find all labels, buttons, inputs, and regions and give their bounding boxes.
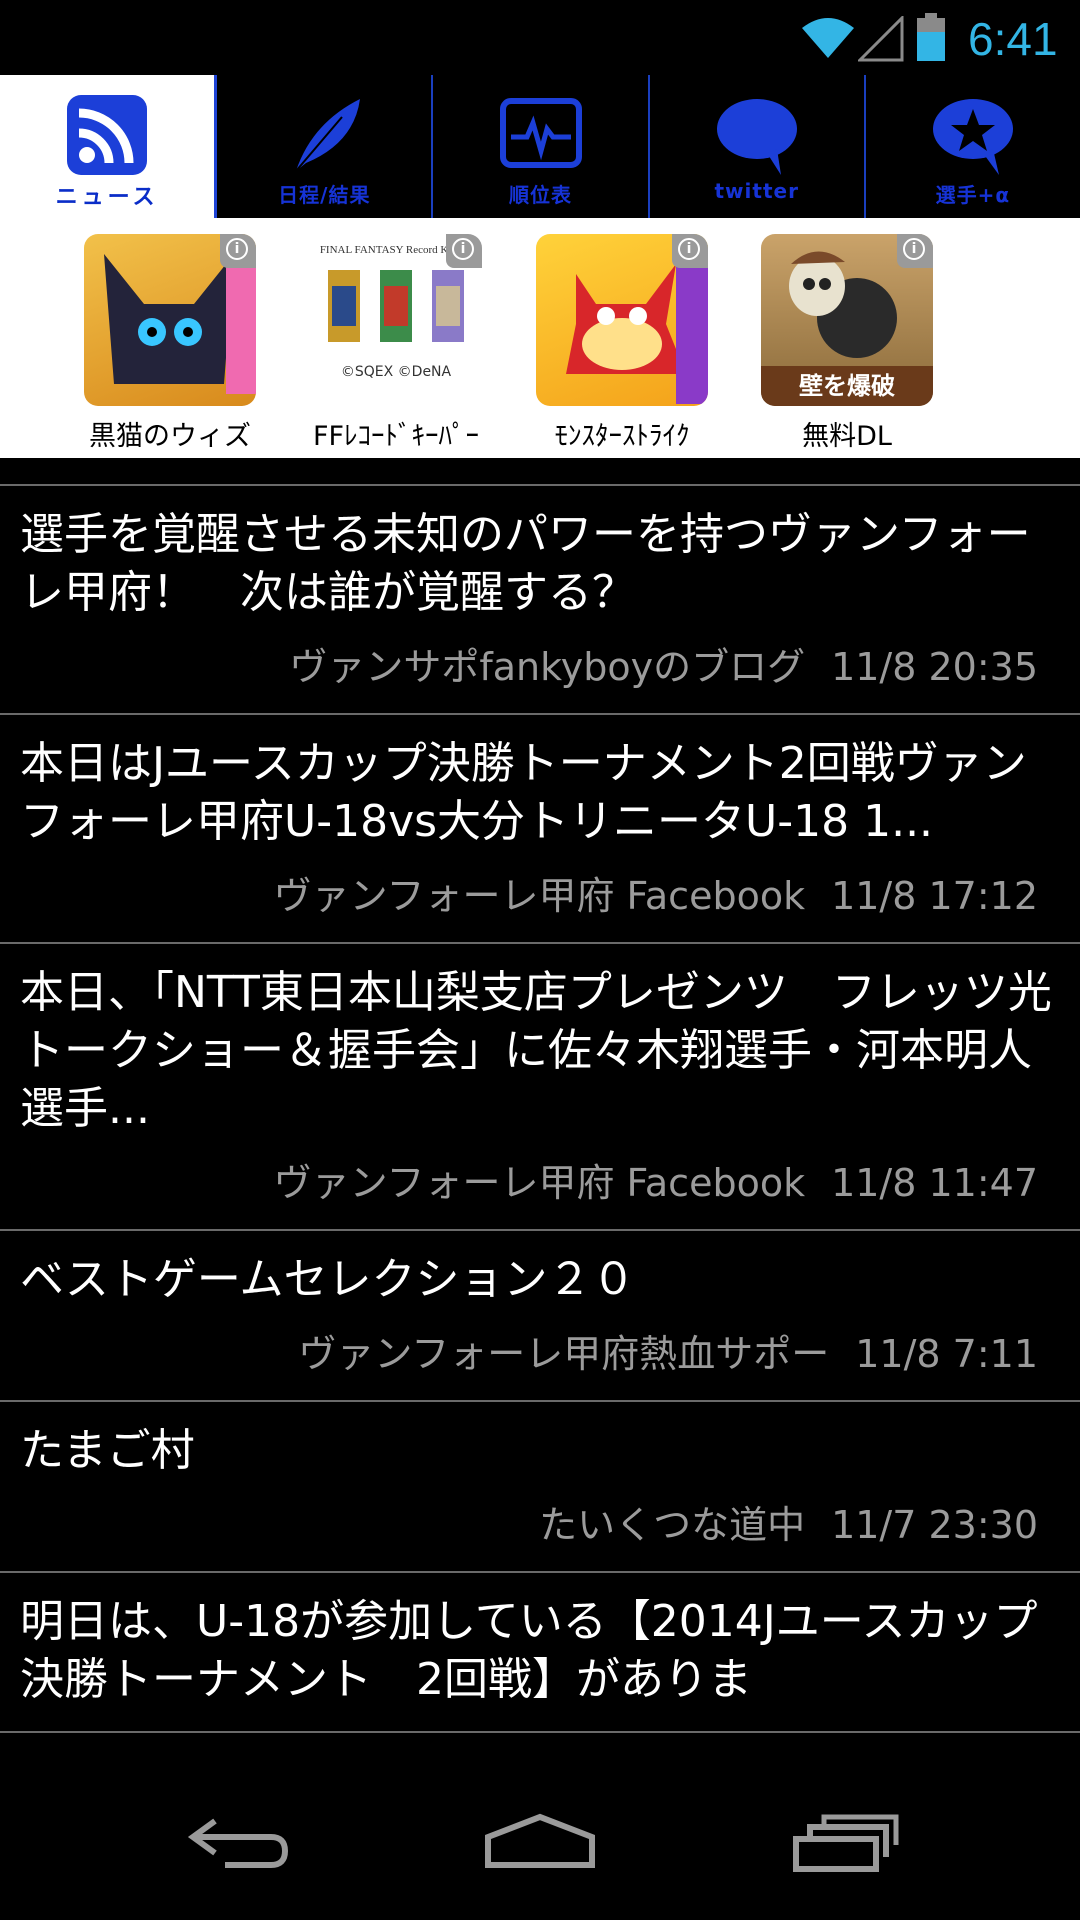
item-title: 本日はJユースカップ決勝トーナメント2回戦ヴァンフォーレ甲府U-18vs大分トリ…	[20, 738, 1027, 847]
battery-icon	[917, 13, 945, 61]
home-icon[interactable]	[480, 1813, 600, 1873]
item-time: 11/7 23:30	[831, 1503, 1038, 1547]
tab-label: ニュース	[55, 185, 159, 210]
item-title: 選手を覚醒させる未知のパワーを持つヴァンフォーレ甲府！ 次は誰が覚醒する？	[20, 509, 1031, 618]
tab-news[interactable]: ニュース	[0, 75, 218, 218]
ad-item[interactable]: 壁を爆破 i 無料DL	[752, 234, 942, 453]
feather-icon	[295, 99, 361, 172]
pulse-monitor-icon	[499, 98, 582, 168]
list-item[interactable]: 本日、「NTT東日本山梨支店プレゼンツ フレッツ光トークショー＆握手会」に佐々木…	[0, 944, 1080, 1231]
item-title: 明日は、U-18が参加している【2014Jユースカップ 決勝トーナメント 2回戦…	[20, 1596, 1038, 1705]
status-bar: 6:41	[0, 0, 1080, 75]
ad-item[interactable]: i 黒猫のウィズ	[75, 234, 265, 453]
star-bubble-icon	[932, 99, 1013, 175]
rss-icon	[67, 95, 148, 175]
item-title: 本日、「NTT東日本山梨支店プレゼンツ フレッツ光トークショー＆握手会」に佐々木…	[20, 967, 1052, 1134]
item-meta: ヴァンフォーレ甲府熱血サポー 11/8 7:11	[20, 1323, 1060, 1378]
news-feed: 選手を覚醒させる未知のパワーを持つヴァンフォーレ甲府！ 次は誰が覚醒する？ ヴァ…	[0, 458, 1080, 1758]
monster-strike-icon: i	[536, 234, 708, 406]
ad-item[interactable]: i ﾓﾝｽﾀｰｽﾄﾗｲｸ	[527, 234, 717, 453]
tab-twitter[interactable]: twitter	[650, 75, 866, 218]
list-item[interactable]: ベストゲームセレクション２０ ヴァンフォーレ甲府熱血サポー 11/8 7:11	[0, 1231, 1080, 1402]
system-nav-bar	[0, 1758, 1080, 1920]
item-source: ヴァンフォーレ甲府熱血サポー	[298, 1332, 830, 1376]
ad-info-icon[interactable]: i	[220, 234, 256, 268]
clock: 6:41	[968, 13, 1058, 65]
item-meta: ヴァンサポfankyboyのブログ 11/8 20:35	[20, 636, 1060, 691]
recent-apps-icon[interactable]	[790, 1813, 900, 1873]
bomb-skeleton-icon: 壁を爆破 i	[761, 234, 933, 406]
ad-banner-text: 壁を爆破	[761, 366, 933, 406]
item-time: 11/8 7:11	[855, 1332, 1038, 1376]
speech-bubble-icon	[716, 99, 797, 175]
wifi-icon	[802, 18, 854, 58]
ad-info-icon[interactable]: i	[672, 234, 708, 268]
item-time: 11/8 11:47	[831, 1161, 1038, 1205]
signal-icon	[858, 16, 904, 62]
item-time: 11/8 17:12	[831, 874, 1038, 918]
item-meta: たいくつな道中 11/7 23:30	[20, 1494, 1060, 1549]
ad-caption: FFﾚｺｰﾄﾞｷｰﾊﾟｰ	[312, 421, 480, 452]
item-source: ヴァンフォーレ甲府 Facebook	[273, 1161, 806, 1205]
tab-label: 日程/結果	[278, 183, 371, 207]
list-item[interactable]: 選手を覚醒させる未知のパワーを持つヴァンフォーレ甲府！ 次は誰が覚醒する？ ヴァ…	[0, 486, 1080, 715]
item-title: たまご村	[20, 1425, 195, 1476]
list-item[interactable]: 本日はJユースカップ決勝トーナメント2回戦ヴァンフォーレ甲府U-18vs大分トリ…	[0, 715, 1080, 944]
ad-caption: ﾓﾝｽﾀｰｽﾄﾗｲｸ	[554, 421, 690, 452]
divider	[0, 458, 1080, 486]
ad-banner: i 黒猫のウィズ FINAL FANTASY Record Keeper ©SQ…	[0, 218, 1080, 458]
list-item[interactable]: 明日は、U-18が参加している【2014Jユースカップ 決勝トーナメント 2回戦…	[0, 1573, 1080, 1733]
ff-copyright: ©SQEX ©DeNA	[340, 364, 452, 380]
ad-info-icon[interactable]: i	[446, 234, 482, 268]
black-cat-game-icon: i	[84, 234, 256, 406]
list-item[interactable]: たまご村 たいくつな道中 11/7 23:30	[0, 1402, 1080, 1573]
tab-label: 選手+α	[935, 183, 1011, 207]
item-source: ヴァンフォーレ甲府 Facebook	[273, 874, 806, 918]
item-source: たいくつな道中	[539, 1503, 806, 1547]
ad-caption: 無料DL	[802, 421, 892, 452]
ad-item[interactable]: FINAL FANTASY Record Keeper ©SQEX ©DeNA …	[301, 234, 491, 453]
tab-label: twitter	[714, 179, 799, 203]
tab-players[interactable]: 選手+α	[866, 75, 1080, 218]
item-meta: ヴァンフォーレ甲府 Facebook 11/8 11:47	[20, 1152, 1060, 1207]
ad-caption: 黒猫のウィズ	[89, 421, 251, 452]
ff-record-keeper-icon: FINAL FANTASY Record Keeper ©SQEX ©DeNA …	[310, 234, 482, 406]
item-source: ヴァンサポfankyboyのブログ	[289, 645, 806, 689]
item-title: ベストゲームセレクション２０	[20, 1254, 636, 1305]
ad-info-icon[interactable]: i	[897, 234, 933, 268]
back-icon[interactable]	[185, 1813, 295, 1873]
item-time: 11/8 20:35	[831, 645, 1038, 689]
tab-schedule[interactable]: 日程/結果	[217, 75, 434, 218]
tab-label: 順位表	[509, 183, 572, 207]
item-meta: ヴァンフォーレ甲府 Facebook 11/8 17:12	[20, 865, 1060, 920]
tab-standings[interactable]: 順位表	[433, 75, 650, 218]
tab-bar: ニュース 日程/結果 順位表 twitter 選手+α	[0, 75, 1080, 218]
